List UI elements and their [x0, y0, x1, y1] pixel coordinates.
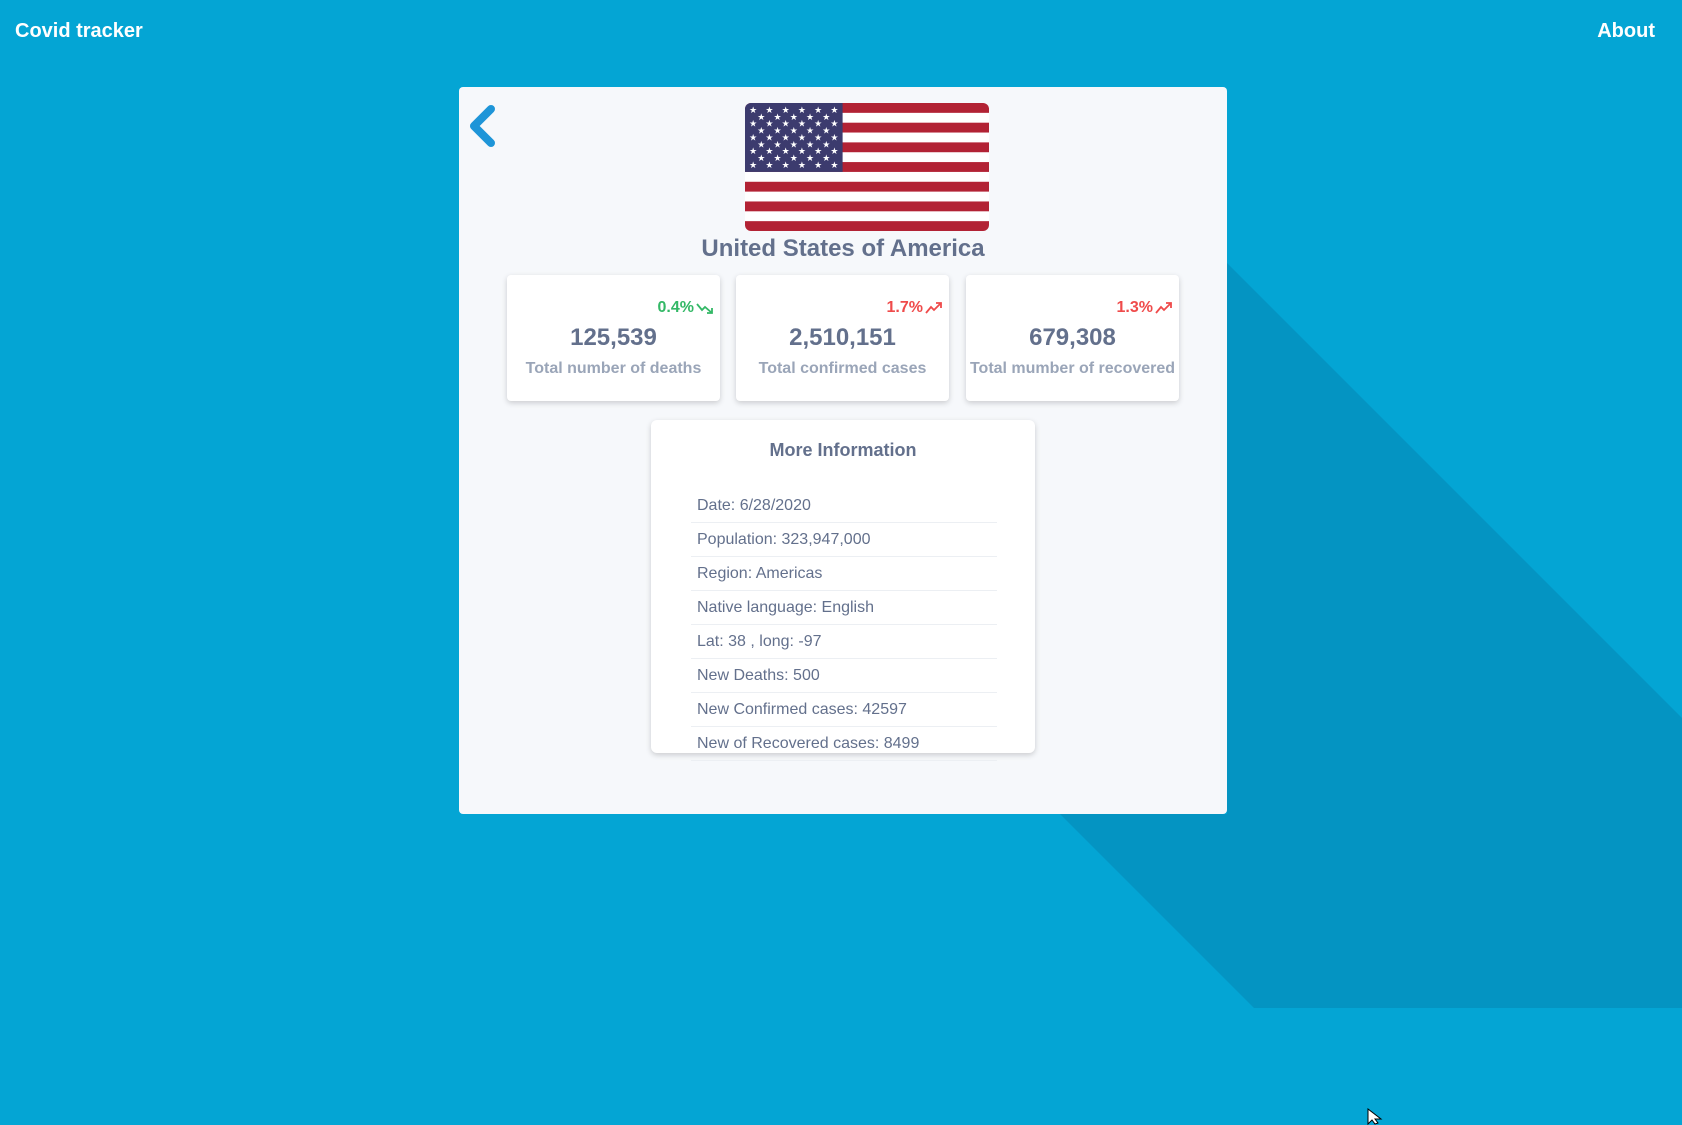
- usa-flag-icon: ★ ★ ★ ★ ★ ★ ★ ★ ★ ★ ★ ★ ★ ★ ★ ★ ★ ★ ★ ★ ★ ★ ★ ★ ★ ★ ★ ★ ★ ★ ★ ★ ★ ★ ★ ★ ★ ★ ★ ★…: [745, 103, 989, 231]
- back-button[interactable]: [465, 103, 505, 149]
- country-name: United States of America: [701, 235, 985, 262]
- stat-card-deaths: 0.4% 125,539 Total number of deaths: [507, 275, 720, 401]
- svg-text:★: ★: [790, 154, 798, 164]
- svg-text:★: ★: [757, 154, 765, 164]
- svg-text:★: ★: [773, 140, 781, 150]
- svg-text:★: ★: [749, 133, 757, 143]
- svg-text:★: ★: [790, 140, 798, 150]
- svg-text:★: ★: [814, 133, 822, 143]
- svg-text:★: ★: [765, 106, 773, 116]
- top-navbar: Covid tracker About: [0, 0, 1682, 64]
- stat-change-confirmed: 1.7%: [887, 299, 943, 317]
- svg-text:★: ★: [765, 133, 773, 143]
- svg-text:★: ★: [757, 113, 765, 123]
- info-item-language: Native language: English: [691, 591, 997, 625]
- svg-text:★: ★: [765, 120, 773, 130]
- trending-down-icon: [696, 303, 713, 314]
- svg-text:★: ★: [798, 133, 806, 143]
- trending-up-icon: [1155, 302, 1172, 314]
- stat-label: Total number of deaths: [525, 360, 702, 377]
- stat-card-confirmed: 1.7% 2,510,151 Total confirmed cases: [736, 275, 949, 401]
- stat-change-value: 1.7%: [886, 299, 923, 316]
- svg-text:★: ★: [798, 147, 806, 157]
- chevron-left-icon: [470, 105, 495, 147]
- svg-text:★: ★: [773, 113, 781, 123]
- svg-text:★: ★: [806, 154, 814, 164]
- svg-text:★: ★: [782, 147, 790, 157]
- svg-text:★: ★: [798, 120, 806, 130]
- stat-change-recovered: 1.3%: [1117, 299, 1173, 317]
- svg-text:★: ★: [822, 140, 830, 150]
- svg-text:★: ★: [773, 127, 781, 137]
- svg-text:★: ★: [765, 161, 773, 171]
- svg-text:★: ★: [749, 147, 757, 157]
- mouse-cursor-icon: [1367, 1108, 1383, 1125]
- svg-text:★: ★: [814, 106, 822, 116]
- trending-up-icon: [925, 302, 942, 314]
- svg-text:★: ★: [782, 106, 790, 116]
- info-item-region: Region: Americas: [691, 557, 997, 591]
- svg-text:★: ★: [790, 127, 798, 137]
- svg-text:★: ★: [822, 113, 830, 123]
- more-info-title: More Information: [769, 440, 917, 460]
- svg-text:★: ★: [798, 106, 806, 116]
- svg-text:★: ★: [757, 140, 765, 150]
- country-panel: ★ ★ ★ ★ ★ ★ ★ ★ ★ ★ ★ ★ ★ ★ ★ ★ ★ ★ ★ ★ ★ ★ ★ ★ ★ ★ ★ ★ ★ ★ ★ ★ ★ ★ ★ ★ ★ ★ ★ ★…: [459, 87, 1227, 814]
- info-item-date: Date: 6/28/2020: [691, 489, 997, 523]
- svg-text:★: ★: [806, 127, 814, 137]
- info-item-new-confirmed: New Confirmed cases: 42597: [691, 693, 997, 727]
- svg-text:★: ★: [814, 161, 822, 171]
- info-item-coordinates: Lat: 38 , long: -97: [691, 625, 997, 659]
- svg-text:★: ★: [790, 113, 798, 123]
- stat-label: Total confirmed cases: [758, 360, 927, 377]
- stat-value: 125,539: [570, 324, 657, 351]
- stat-change-value: 0.4%: [657, 299, 694, 316]
- svg-text:★: ★: [782, 120, 790, 130]
- stat-label: Total mumber of recovered: [969, 360, 1176, 377]
- svg-text:★: ★: [773, 154, 781, 164]
- brand-title[interactable]: Covid tracker: [15, 20, 143, 43]
- svg-text:★: ★: [814, 120, 822, 130]
- svg-text:★: ★: [830, 147, 838, 157]
- info-item-new-deaths: New Deaths: 500: [691, 659, 997, 693]
- svg-text:★: ★: [749, 120, 757, 130]
- svg-text:★: ★: [830, 133, 838, 143]
- svg-text:★: ★: [830, 161, 838, 171]
- svg-text:★: ★: [830, 106, 838, 116]
- svg-text:★: ★: [765, 147, 773, 157]
- svg-text:★: ★: [830, 120, 838, 130]
- svg-text:★: ★: [822, 154, 830, 164]
- svg-text:★: ★: [782, 133, 790, 143]
- svg-text:★: ★: [749, 106, 757, 116]
- svg-text:★: ★: [806, 113, 814, 123]
- svg-text:★: ★: [806, 140, 814, 150]
- svg-text:★: ★: [822, 127, 830, 137]
- about-link[interactable]: About: [1597, 20, 1655, 43]
- info-list: Date: 6/28/2020 Population: 323,947,000 …: [691, 489, 997, 761]
- svg-text:★: ★: [782, 161, 790, 171]
- stat-card-recovered: 1.3% 679,308 Total mumber of recovered: [966, 275, 1179, 401]
- info-item-population: Population: 323,947,000: [691, 523, 997, 557]
- stat-change-deaths: 0.4%: [658, 299, 714, 317]
- stat-value: 2,510,151: [789, 324, 896, 351]
- more-info-card: More Information Date: 6/28/2020 Populat…: [651, 420, 1035, 761]
- info-item-new-recovered: New of Recovered cases: 8499: [691, 727, 997, 761]
- svg-text:★: ★: [798, 161, 806, 171]
- svg-text:★: ★: [814, 147, 822, 157]
- stat-value: 679,308: [1029, 324, 1116, 351]
- svg-text:★: ★: [749, 161, 757, 171]
- stat-change-value: 1.3%: [1116, 299, 1153, 316]
- svg-text:★: ★: [757, 127, 765, 137]
